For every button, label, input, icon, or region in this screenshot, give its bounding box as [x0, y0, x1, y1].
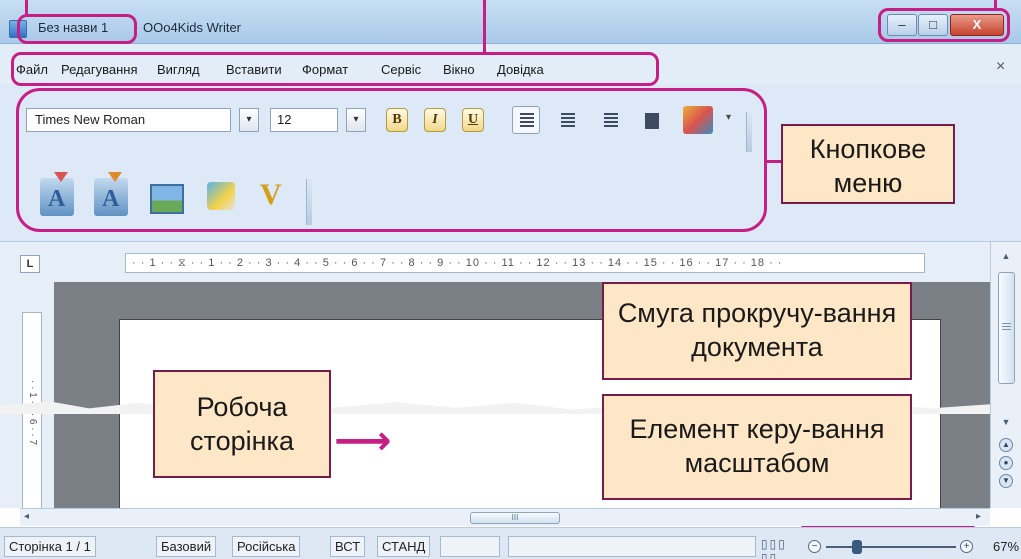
status-bar: Сторінка 1 / 1 Базовий Російська ВСТ СТА… [0, 527, 1021, 559]
close-document-icon[interactable]: × [996, 58, 1005, 76]
status-insert-mode[interactable]: ВСТ [330, 536, 366, 557]
title-bar: Без назви 1 OOo4Kids Writer – □ X [0, 0, 1021, 44]
arrow-to-page: ⟶ [334, 419, 392, 463]
scroll-down-icon[interactable]: ▼ [997, 414, 1015, 430]
vertical-scrollbar[interactable]: ▲ ▼ ▲ ● ▼ [990, 242, 1021, 508]
scroll-up-icon[interactable]: ▲ [997, 248, 1015, 264]
pointer-line-menu [483, 0, 486, 52]
callout-work-page: Робоча сторінка [153, 370, 331, 478]
status-empty-1 [440, 536, 500, 557]
tab-stop-selector[interactable]: L [20, 255, 40, 273]
status-selection-mode[interactable]: СТАНД [377, 536, 431, 557]
view-layout-icon[interactable]: ▯▯▯ ▯▯ [761, 537, 801, 559]
status-language[interactable]: Російська [232, 536, 301, 557]
zoom-in-icon[interactable]: + [960, 540, 973, 553]
app-title: OOo4Kids Writer [143, 20, 242, 35]
status-page[interactable]: Сторінка 1 / 1 [4, 536, 96, 557]
scroll-left-icon[interactable]: ◂ [24, 511, 29, 522]
status-style[interactable]: Базовий [156, 536, 217, 557]
horizontal-scrollbar[interactable]: ◂ III ▸ [20, 508, 990, 526]
status-empty-2 [508, 536, 756, 557]
zoom-knob[interactable] [852, 540, 863, 554]
scroll-grip-icon [1002, 323, 1011, 330]
callout-work-page-text: Робоча сторінка [190, 392, 294, 456]
window-buttons-frame [878, 8, 1010, 42]
previous-page-icon[interactable]: ▲ [999, 438, 1013, 452]
title-highlight-frame [17, 14, 137, 44]
menu-highlight-frame [11, 52, 659, 86]
zoom-slider[interactable]: − + [808, 536, 974, 558]
callout-zoom-text: Елемент керу-вання масштабом [629, 414, 885, 478]
zoom-percent[interactable]: 67% [993, 539, 1019, 554]
callout-button-menu-text: Кнопкове меню [809, 134, 927, 198]
zoom-track[interactable] [826, 546, 956, 548]
pointer-line-title [25, 0, 28, 14]
horizontal-ruler[interactable]: · · 1 · · ⧖ · · 1 · · 2 · · 3 · · 4 · · … [125, 253, 925, 273]
pointer-line-window [994, 0, 997, 8]
callout-button-menu: Кнопкове меню [781, 124, 955, 204]
zoom-out-icon[interactable]: − [808, 540, 821, 553]
callout-scrollbar-text: Смуга прокручу-вання документа [617, 298, 897, 362]
callout-scrollbar: Смуга прокручу-вання документа [602, 282, 912, 380]
horizontal-scroll-thumb[interactable]: III [470, 512, 560, 524]
toolbar-highlight-frame [16, 88, 767, 232]
ruler-area: L · · 1 · · ⧖ · · 1 · · 2 · · 3 · · 4 · … [0, 242, 990, 282]
left-margin-strip: · · 1 · · · 6 · · 7 [0, 282, 54, 512]
scroll-thumb[interactable] [998, 272, 1015, 384]
next-page-icon[interactable]: ▼ [999, 474, 1013, 488]
navigator-icon[interactable]: ● [999, 456, 1013, 470]
callout-zoom: Елемент керу-вання масштабом [602, 394, 912, 500]
scroll-right-icon[interactable]: ▸ [976, 511, 981, 522]
